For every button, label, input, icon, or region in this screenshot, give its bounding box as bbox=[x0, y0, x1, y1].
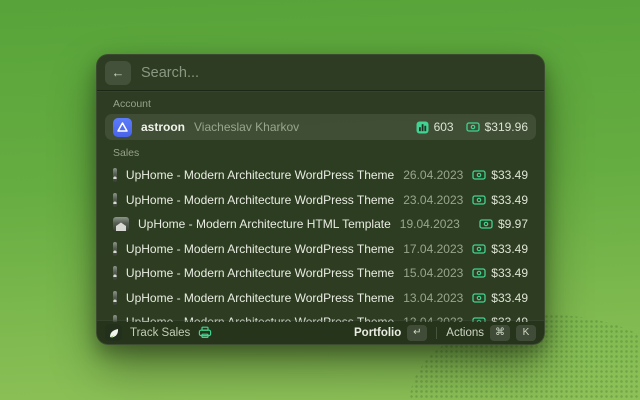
banknote-icon bbox=[479, 218, 493, 230]
footer-app-name: Track Sales bbox=[130, 326, 191, 339]
banknote-icon bbox=[472, 292, 486, 304]
banknote-icon bbox=[472, 169, 486, 181]
printer-icon bbox=[198, 326, 212, 339]
sale-row[interactable]: UpHome - Modern Architecture WordPress T… bbox=[105, 163, 536, 188]
section-header-sales: Sales bbox=[113, 147, 140, 159]
back-button[interactable]: ← bbox=[105, 60, 131, 85]
sale-amount-metric: $33.49 bbox=[472, 242, 528, 256]
sale-amount-metric: $33.49 bbox=[472, 168, 528, 182]
sale-date: 15.04.2023 bbox=[403, 266, 464, 281]
sale-price: $33.49 bbox=[491, 241, 528, 256]
back-arrow-icon: ← bbox=[111, 65, 125, 80]
cmd-key-badge: ⌘ bbox=[490, 324, 510, 341]
sale-price: $33.49 bbox=[491, 168, 528, 183]
account-name: astroon bbox=[141, 120, 186, 134]
section-header-account: Account bbox=[113, 98, 151, 110]
sale-date: 23.04.2023 bbox=[403, 192, 464, 207]
sale-price: $33.49 bbox=[491, 290, 528, 305]
product-thumbnail-icon bbox=[113, 168, 117, 183]
sale-price: $33.49 bbox=[491, 266, 528, 281]
sales-count-metric: 603 bbox=[416, 120, 454, 134]
footer-divider bbox=[436, 326, 438, 339]
search-input[interactable] bbox=[141, 64, 532, 81]
balance-value: $319.96 bbox=[484, 120, 528, 134]
actions-menu-label: Actions bbox=[446, 326, 484, 339]
sale-row[interactable]: UpHome - Modern Architecture WordPress T… bbox=[105, 237, 536, 262]
sale-date: 19.04.2023 bbox=[399, 217, 460, 232]
portfolio-action-label: Portfolio bbox=[354, 326, 402, 339]
banknote-icon bbox=[472, 194, 486, 206]
product-thumbnail-icon bbox=[113, 266, 117, 281]
sale-amount-metric: $33.49 bbox=[472, 193, 528, 207]
account-row[interactable]: astroon Viacheslav Kharkov 603 $319.96 bbox=[105, 114, 536, 140]
search-bar: ← bbox=[97, 55, 544, 91]
k-key-badge: K bbox=[516, 324, 536, 341]
sale-title: UpHome - Modern Architecture WordPress T… bbox=[125, 290, 395, 305]
sale-amount-metric: $33.49 bbox=[472, 266, 528, 280]
sale-date: 26.04.2023 bbox=[403, 168, 464, 183]
astroon-logo-icon bbox=[113, 117, 132, 137]
banknote-icon bbox=[472, 267, 486, 279]
sales-list: UpHome - Modern Architecture WordPress T… bbox=[105, 163, 536, 322]
sale-title: UpHome - Modern Architecture WordPress T… bbox=[125, 241, 395, 256]
sale-date: 17.04.2023 bbox=[403, 241, 464, 256]
sale-title: UpHome - Modern Architecture WordPress T… bbox=[125, 192, 395, 207]
product-thumbnail-icon bbox=[113, 241, 117, 256]
sale-date: 13.04.2023 bbox=[403, 290, 464, 305]
sale-amount-metric: $33.49 bbox=[472, 291, 528, 305]
portfolio-action-button[interactable]: Portfolio ↵ bbox=[354, 324, 428, 341]
launcher-window: ← Account astroon Viacheslav Kharkov bbox=[96, 54, 545, 345]
track-sales-app-icon bbox=[105, 324, 122, 341]
results-list: Account astroon Viacheslav Kharkov 603 $… bbox=[97, 91, 544, 322]
sale-price: $33.49 bbox=[491, 192, 528, 207]
footer-bar: Track Sales Portfolio ↵ Actions ⌘ K bbox=[97, 320, 544, 344]
actions-menu-button[interactable]: Actions ⌘ K bbox=[446, 324, 536, 341]
product-thumbnail-icon bbox=[113, 217, 129, 232]
sale-title: UpHome - Modern Architecture HTML Templa… bbox=[138, 217, 391, 232]
banknote-icon bbox=[465, 121, 480, 133]
sale-row[interactable]: UpHome - Modern Architecture WordPress T… bbox=[105, 188, 536, 213]
sale-title: UpHome - Modern Architecture WordPress T… bbox=[125, 168, 395, 183]
product-thumbnail-icon bbox=[113, 290, 117, 305]
sale-title: UpHome - Modern Architecture WordPress T… bbox=[125, 266, 395, 281]
account-subtitle: Viacheslav Kharkov bbox=[194, 120, 300, 134]
sale-row[interactable]: UpHome - Modern Architecture WordPress T… bbox=[105, 261, 536, 286]
sales-count-value: 603 bbox=[433, 120, 454, 134]
balance-metric: $319.96 bbox=[465, 120, 528, 134]
product-thumbnail-icon bbox=[113, 192, 117, 207]
sale-amount-metric: $9.97 bbox=[479, 217, 528, 231]
sale-row[interactable]: UpHome - Modern Architecture HTML Templa… bbox=[105, 212, 536, 237]
banknote-icon bbox=[472, 243, 486, 255]
bar-chart-icon bbox=[416, 121, 429, 134]
enter-key-badge: ↵ bbox=[407, 324, 428, 341]
sale-price: $9.97 bbox=[497, 217, 528, 232]
sale-row[interactable]: UpHome - Modern Architecture WordPress T… bbox=[105, 286, 536, 311]
